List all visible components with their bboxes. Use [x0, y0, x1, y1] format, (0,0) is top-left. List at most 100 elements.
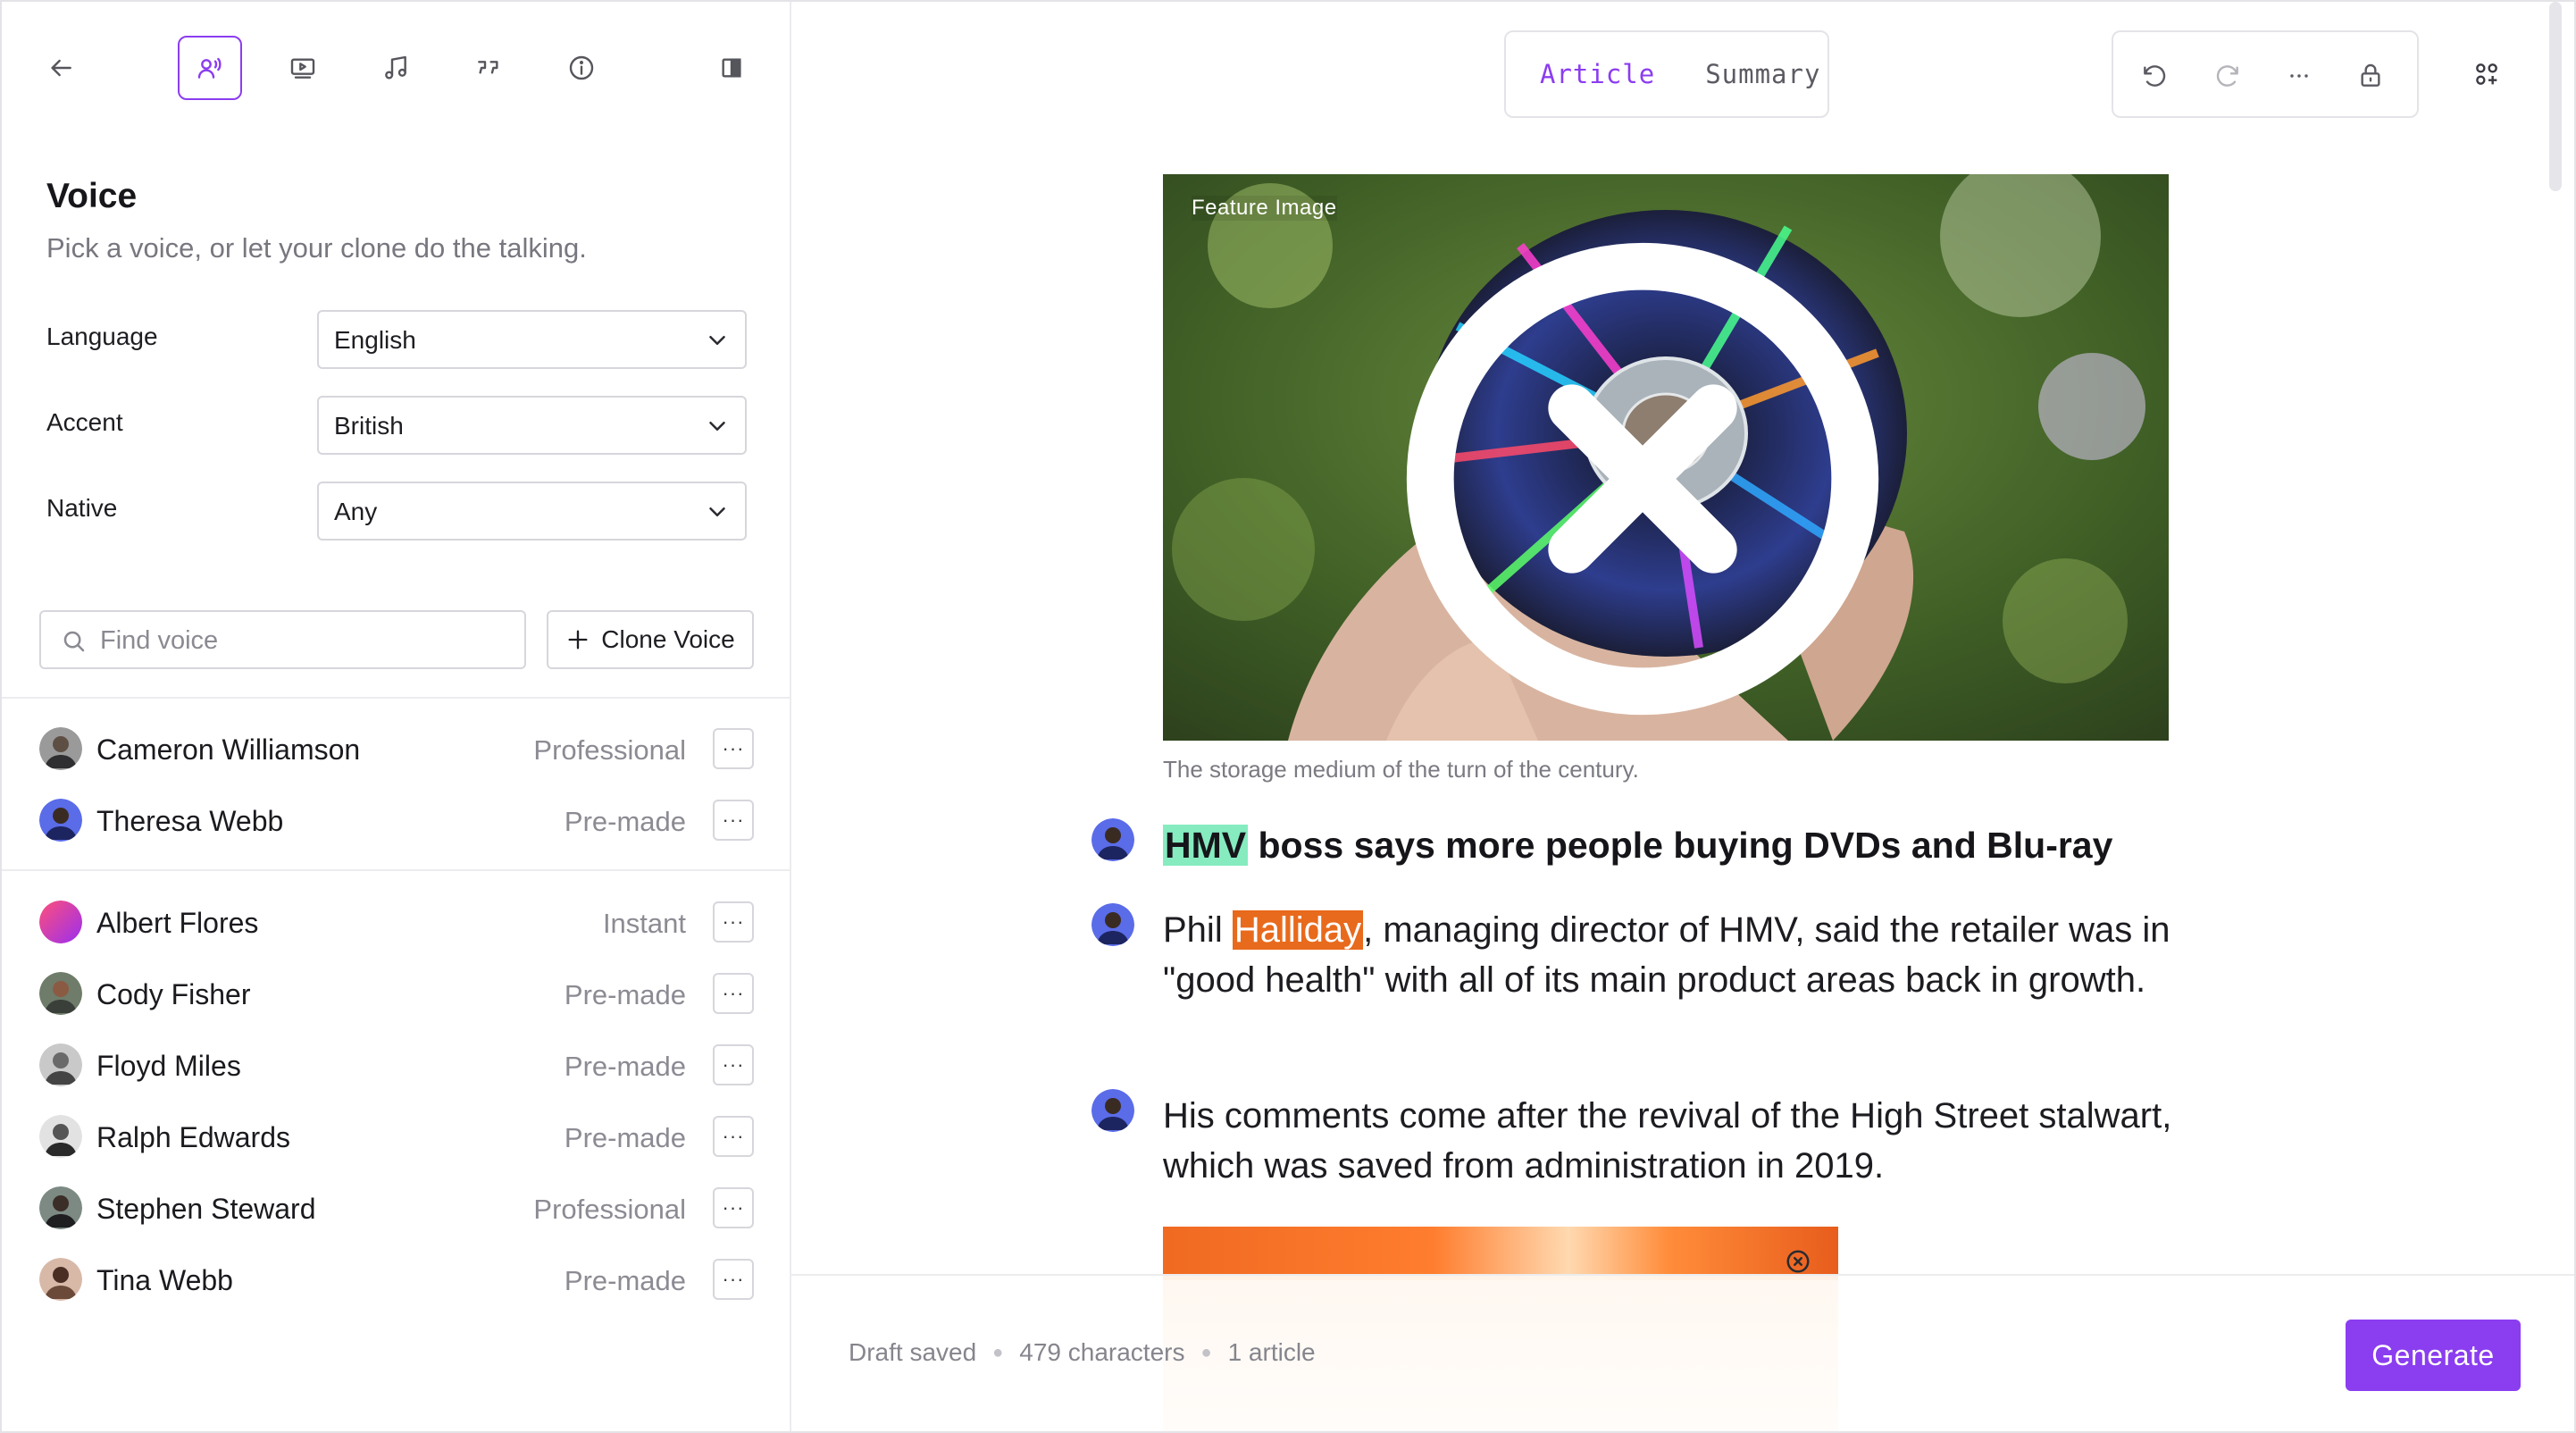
voice-list-item[interactable]: Theresa Webb Pre-made ··· — [39, 795, 754, 845]
voice-type: Pre-made — [564, 979, 686, 1010]
video-icon[interactable] — [271, 36, 335, 100]
lock-icon[interactable] — [2353, 58, 2388, 94]
paragraph-text: His comments come after the revival of t… — [1163, 1096, 2172, 1186]
info-icon[interactable] — [549, 36, 614, 100]
voice-list-item[interactable]: Albert Flores Instant ··· — [39, 897, 754, 947]
character-count: 479 characters — [1019, 1338, 1185, 1366]
voice-name: Tina Webb — [96, 1264, 233, 1296]
voice-type: Instant — [602, 908, 686, 939]
editor-actions — [2112, 30, 2419, 118]
undo-icon[interactable] — [2137, 58, 2172, 94]
more-horizontal-icon[interactable] — [2281, 58, 2317, 94]
voice-sidebar: Voice Pick a voice, or let your clone do… — [2, 2, 791, 1431]
chevron-down-icon — [709, 422, 725, 431]
clone-voice-button[interactable]: Clone Voice — [547, 610, 754, 669]
voice-name: Theresa Webb — [96, 805, 284, 837]
voice-icon[interactable] — [178, 36, 242, 100]
music-note-icon[interactable] — [364, 36, 428, 100]
more-options-button[interactable]: ··· — [713, 1187, 754, 1228]
avatar — [39, 1186, 82, 1229]
separator-dot: ● — [1200, 1342, 1212, 1362]
sidebar-toolbar — [2, 2, 790, 136]
more-options-button[interactable]: ··· — [713, 800, 754, 841]
highlighted-word[interactable]: HMV — [1163, 825, 1249, 866]
avatar — [39, 901, 82, 943]
voice-list-item[interactable]: Floyd Miles Pre-made ··· — [39, 1040, 754, 1090]
voice-type: Pre-made — [564, 806, 686, 837]
article-paragraph[interactable]: His comments come after the revival of t… — [1091, 1089, 2172, 1191]
voice-list-item[interactable]: Cody Fisher Pre-made ··· — [39, 968, 754, 1018]
language-label: Language — [46, 323, 158, 350]
voice-list-item[interactable]: Ralph Edwards Pre-made ··· — [39, 1111, 754, 1161]
more-options-button[interactable]: ··· — [713, 1116, 754, 1157]
avatar — [39, 1043, 82, 1086]
speaker-avatar[interactable] — [1091, 1089, 1134, 1132]
avatar — [39, 1115, 82, 1158]
voice-type: Pre-made — [564, 1122, 686, 1153]
paragraph-text: Phil Halliday, managing director of HMV,… — [1163, 905, 2172, 1005]
voice-type: Pre-made — [564, 1265, 686, 1296]
language-value: English — [334, 326, 416, 354]
native-value: Any — [334, 498, 378, 525]
quote-icon[interactable] — [456, 36, 521, 100]
native-select[interactable]: Any — [317, 482, 747, 541]
voice-name: Albert Flores — [96, 907, 259, 939]
highlighted-word[interactable]: Halliday — [1232, 910, 1364, 950]
article-headline-block[interactable]: HMV boss says more people buying DVDs an… — [1091, 818, 2172, 870]
voice-name: Ralph Edwards — [96, 1121, 290, 1153]
voice-list-item[interactable]: Stephen Steward Professional ··· — [39, 1183, 754, 1233]
scrollbar[interactable] — [2549, 2, 2562, 191]
voice-name: Stephen Steward — [96, 1193, 316, 1225]
voice-list-item[interactable]: Tina Webb Pre-made ··· — [39, 1254, 754, 1304]
native-label: Native — [46, 494, 118, 522]
article-headline: HMV boss says more people buying DVDs an… — [1163, 820, 2172, 870]
avatar — [39, 972, 82, 1015]
voice-name: Cameron Williamson — [96, 733, 361, 766]
feature-image[interactable]: Feature Image — [1163, 174, 2169, 741]
divider — [2, 697, 790, 699]
clone-voice-label: Clone Voice — [601, 625, 735, 653]
avatar — [39, 727, 82, 770]
voice-name: Cody Fisher — [96, 978, 251, 1010]
more-options-button[interactable]: ··· — [713, 728, 754, 769]
accent-label: Accent — [46, 408, 123, 436]
voice-list-item[interactable]: Cameron Williamson Professional ··· — [39, 724, 754, 774]
inline-image[interactable] — [1163, 1227, 1838, 1280]
voice-type: Pre-made — [564, 1051, 686, 1082]
voice-type: Professional — [533, 1194, 686, 1225]
voice-name: Floyd Miles — [96, 1050, 241, 1082]
voice-title: Voice — [46, 177, 138, 215]
more-options-button[interactable]: ··· — [713, 1044, 754, 1085]
speaker-avatar[interactable] — [1091, 903, 1134, 946]
redo-icon[interactable] — [2210, 58, 2246, 94]
search-icon — [63, 631, 85, 652]
article-editor: Article Summary Feature Image The storag… — [791, 2, 2574, 1431]
generate-button[interactable]: Generate — [2346, 1320, 2521, 1391]
search-box — [39, 610, 526, 669]
accent-row: Accent British — [46, 396, 747, 455]
more-options-button[interactable]: ··· — [713, 973, 754, 1014]
find-voice-input[interactable] — [100, 621, 511, 660]
avatar — [39, 1258, 82, 1301]
plus-icon — [568, 630, 588, 649]
more-options-button[interactable]: ··· — [713, 901, 754, 943]
back-arrow-icon[interactable] — [29, 36, 93, 100]
close-circle-icon[interactable] — [1163, 196, 2145, 741]
speaker-avatar[interactable] — [1091, 818, 1134, 861]
tab-article[interactable]: Article — [1540, 59, 1655, 89]
article-count: 1 article — [1227, 1338, 1316, 1366]
language-select[interactable]: English — [317, 310, 747, 369]
status-bar: Draft saved ● 479 characters ● 1 article — [849, 1338, 1316, 1367]
more-options-button[interactable]: ··· — [713, 1259, 754, 1300]
headline-text: boss says more people buying DVDs and Bl… — [1248, 825, 2113, 866]
apps-grid-icon[interactable] — [2469, 56, 2505, 92]
accent-select[interactable]: British — [317, 396, 747, 455]
close-circle-icon[interactable] — [1785, 1248, 1811, 1275]
article-paragraph[interactable]: Phil Halliday, managing director of HMV,… — [1091, 903, 2172, 1005]
tab-summary[interactable]: Summary — [1705, 59, 1820, 89]
panel-toggle-icon[interactable] — [699, 36, 764, 100]
paragraph-text-part: Phil — [1163, 910, 1233, 950]
chevron-down-icon — [709, 336, 725, 345]
voice-type: Professional — [533, 734, 686, 766]
voice-header: Voice Pick a voice, or let your clone do… — [46, 177, 587, 264]
